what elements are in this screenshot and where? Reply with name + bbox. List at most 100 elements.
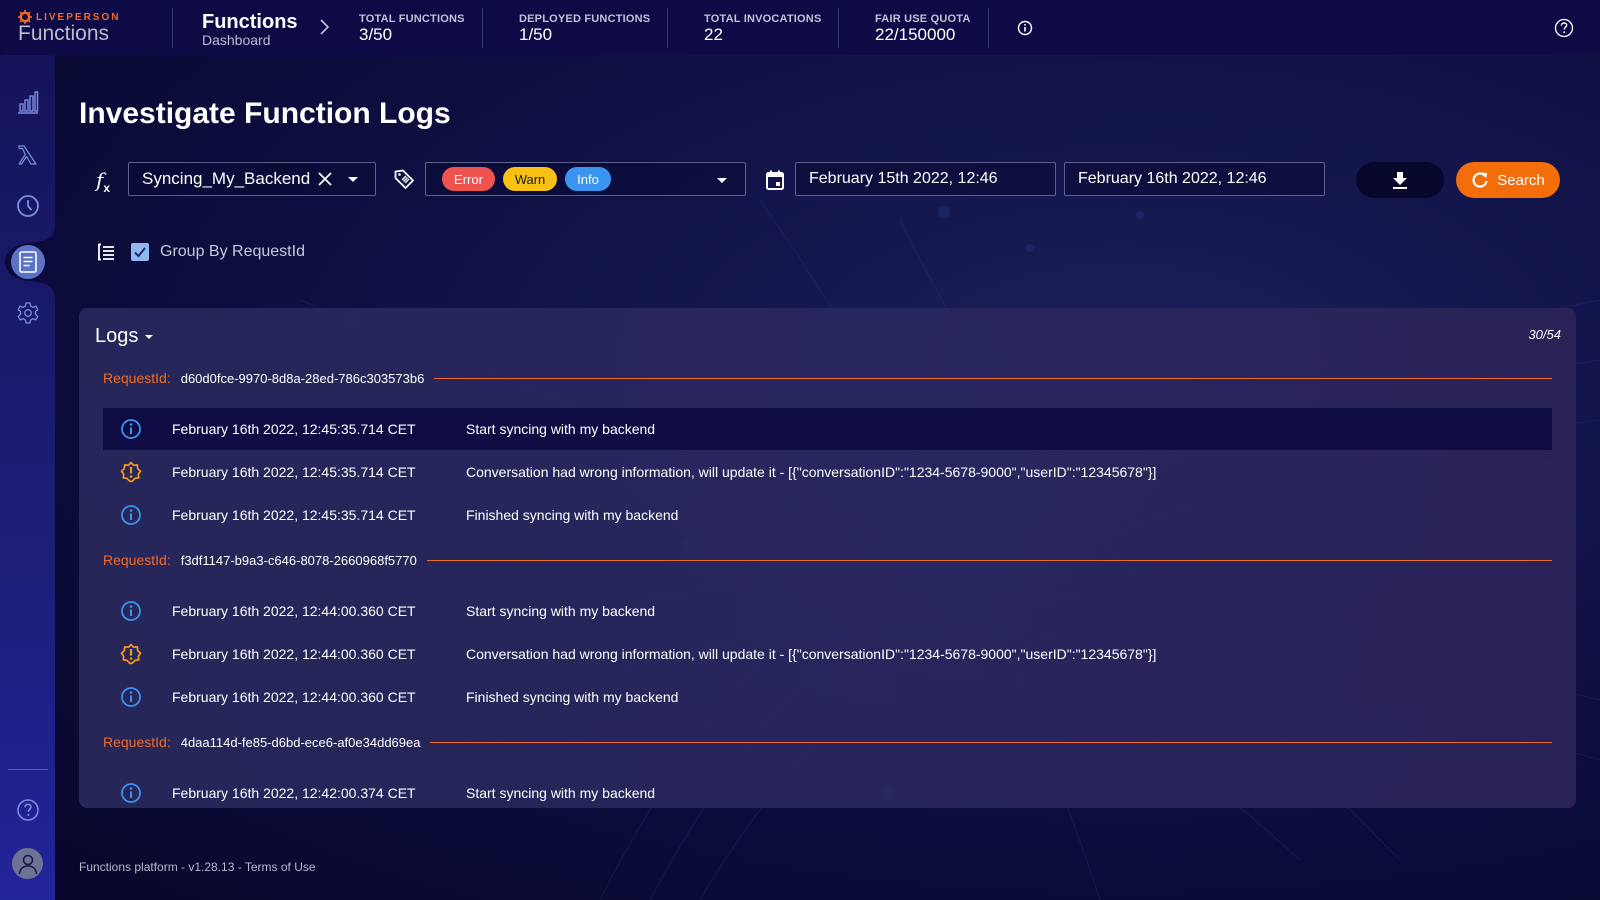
log-message: Finished syncing with my backend [466, 689, 679, 705]
search-button[interactable]: Search [1456, 162, 1560, 198]
request-id: 4daa114d-fe85-d6bd-ece6-af0e34dd69ea [180, 734, 421, 750]
stat-label: TOTAL INVOCATIONS [704, 13, 822, 25]
breadcrumb-title: Functions [202, 11, 298, 33]
log-entry[interactable]: February 16th 2022, 12:45:35.714 CET Fin… [103, 494, 1552, 536]
sidebar-divider [8, 769, 48, 770]
calendar-icon [766, 170, 784, 190]
info-icon [120, 782, 142, 804]
info-circle-icon[interactable] [1017, 20, 1033, 36]
sidebar-item-functions[interactable] [15, 142, 41, 168]
log-entry[interactable]: February 16th 2022, 12:45:35.714 CET Sta… [103, 408, 1552, 450]
log-message: Start syncing with my backend [466, 421, 656, 437]
log-timestamp: February 16th 2022, 12:42:00.374 CET [172, 785, 416, 801]
stat-label: DEPLOYED FUNCTIONS [519, 13, 651, 25]
help-circle-icon [17, 799, 39, 821]
search-button-label: Search [1497, 171, 1545, 189]
lambda-icon [18, 145, 37, 165]
log-entry[interactable]: February 16th 2022, 12:44:00.360 CET Sta… [103, 590, 1552, 632]
info-icon [120, 418, 142, 440]
divider [172, 8, 173, 48]
user-avatar[interactable] [12, 848, 43, 879]
checkmark-icon [134, 247, 146, 258]
log-timestamp: February 16th 2022, 12:45:35.714 CET [172, 464, 416, 480]
stat-total-invocations: TOTAL INVOCATIONS 22 [704, 13, 821, 45]
divider-line [430, 741, 1552, 743]
brand-company: LIVEPERSON [36, 11, 121, 23]
footer-text: Functions platform - v1.28.13 - Terms of… [79, 860, 316, 874]
stat-fair-use-quota: FAIR USE QUOTA 22/150000 [875, 13, 971, 45]
log-message: Start syncing with my backend [466, 603, 656, 619]
level-chip-error[interactable]: Error [442, 167, 495, 191]
tag-icon [394, 169, 414, 189]
log-entry[interactable]: February 16th 2022, 12:44:00.360 CET Con… [103, 633, 1552, 675]
request-id-label: RequestId: [103, 734, 171, 750]
breadcrumb-subtitle: Dashboard [202, 32, 271, 48]
group-by-label[interactable]: Group By RequestId [160, 243, 305, 261]
logs-title: Logs [95, 325, 139, 347]
brand-logo[interactable]: LIVEPERSON Functions [18, 10, 158, 45]
stat-value: 3/50 [359, 25, 393, 44]
stat-label: TOTAL FUNCTIONS [359, 13, 465, 25]
sidebar-item-settings[interactable] [15, 300, 41, 326]
request-group-header: RequestId: f3df1147-b9a3-c646-8078-26609… [103, 550, 1552, 570]
stat-deployed-functions: DEPLOYED FUNCTIONS 1/50 [519, 13, 650, 45]
sidebar-item-schedules[interactable] [15, 193, 41, 219]
request-id: d60d0fce-9970-8d8a-28ed-786c303573b6 [180, 370, 425, 386]
close-icon[interactable] [316, 170, 334, 188]
chevron-right-icon [320, 19, 330, 35]
sidebar-item-dashboard[interactable] [15, 89, 41, 115]
divider [988, 8, 989, 48]
stat-value: 1/50 [519, 25, 553, 44]
start-date-field[interactable] [795, 162, 1056, 196]
log-timestamp: February 16th 2022, 12:45:35.714 CET [172, 507, 416, 523]
end-date-input[interactable] [1078, 170, 1324, 188]
breadcrumb: Functions Dashboard [202, 11, 298, 47]
logs-panel: Logs 30/54 RequestId: d60d0fce-9970-8d8a… [79, 308, 1576, 808]
end-date-field[interactable] [1064, 162, 1325, 196]
divider [667, 8, 668, 48]
group-list-icon [98, 243, 114, 261]
stat-label: FAIR USE QUOTA [875, 13, 971, 25]
function-select[interactable]: Syncing_My_Backend [128, 162, 376, 196]
user-avatar-icon [18, 854, 37, 874]
chevron-down-icon[interactable] [348, 176, 358, 182]
divider [482, 8, 483, 48]
function-fx-icon: fx [96, 168, 111, 195]
sidebar-item-logs[interactable] [15, 249, 41, 275]
download-button[interactable] [1356, 162, 1444, 198]
log-timestamp: February 16th 2022, 12:44:00.360 CET [172, 603, 416, 619]
document-icon [19, 251, 37, 273]
chevron-down-icon [145, 334, 154, 339]
chevron-down-icon[interactable] [717, 178, 727, 183]
divider-line [434, 377, 1552, 379]
request-group-header: RequestId: d60d0fce-9970-8d8a-28ed-786c3… [103, 368, 1552, 388]
help-circle-icon[interactable] [1554, 18, 1574, 38]
divider [838, 8, 839, 48]
function-select-value: Syncing_My_Backend [142, 169, 311, 188]
logs-title-dropdown[interactable]: Logs [95, 325, 154, 348]
level-chip-warn[interactable]: Warn [503, 167, 557, 191]
top-bar: LIVEPERSON Functions Functions Dashboard… [0, 0, 1600, 55]
log-entry[interactable]: February 16th 2022, 12:45:35.714 CET Con… [103, 451, 1552, 493]
request-id-label: RequestId: [103, 370, 171, 386]
log-message: Start syncing with my backend [466, 785, 656, 801]
sidebar-item-help[interactable] [15, 797, 41, 823]
info-icon [120, 504, 142, 526]
stat-total-functions: TOTAL FUNCTIONS 3/50 [359, 13, 465, 45]
refresh-icon [1472, 172, 1488, 188]
brand-product: Functions [18, 22, 110, 45]
level-chip-info[interactable]: Info [565, 167, 611, 191]
start-date-input[interactable] [809, 170, 1055, 188]
log-message: Conversation had wrong information, will… [466, 646, 1157, 662]
warning-badge-icon [120, 461, 142, 483]
warning-badge-icon [120, 643, 142, 665]
group-by-checkbox[interactable] [131, 243, 149, 261]
gear-icon [17, 302, 39, 324]
log-entry[interactable]: February 16th 2022, 12:44:00.360 CET Fin… [103, 676, 1552, 718]
clock-icon [17, 195, 39, 217]
stat-value: 22/150000 [875, 25, 956, 44]
sidebar [0, 55, 55, 900]
log-entry[interactable]: February 16th 2022, 12:42:00.374 CET Sta… [103, 772, 1552, 808]
log-timestamp: February 16th 2022, 12:44:00.360 CET [172, 646, 416, 662]
log-level-select[interactable]: Error Warn Info [425, 162, 746, 196]
